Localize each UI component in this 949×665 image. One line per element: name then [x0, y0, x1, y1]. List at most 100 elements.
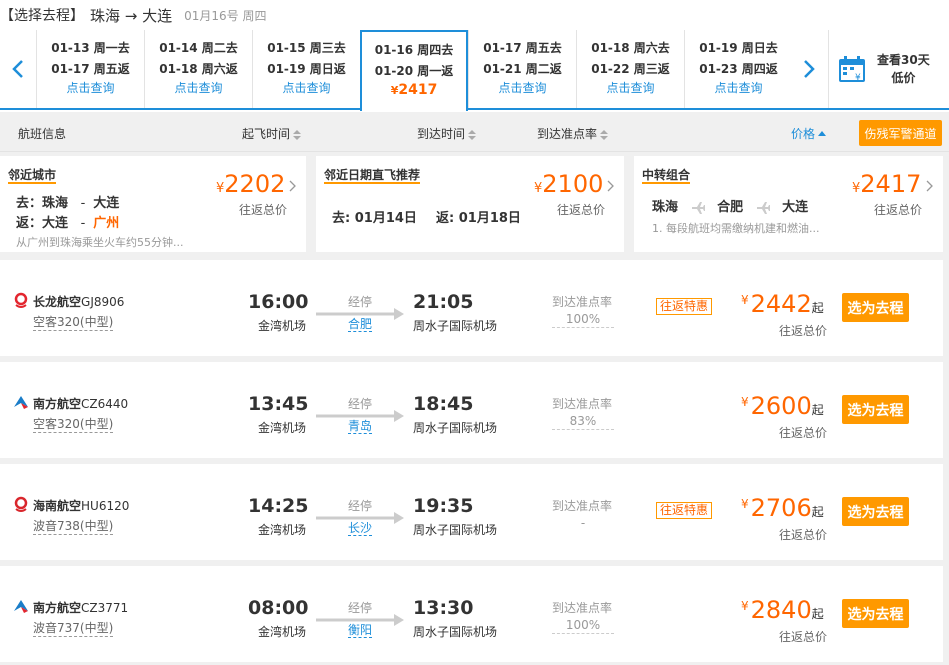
chevron-left-icon	[12, 60, 23, 78]
chevron-right-icon	[926, 180, 933, 192]
low-price-calendar-button[interactable]: ¥ 查看30天 低价	[828, 30, 949, 108]
aircraft-type[interactable]: 波音737(中型)	[33, 621, 114, 637]
dep-airport: 金湾机场	[258, 319, 307, 333]
aircraft-type[interactable]: 空客320(中型)	[33, 315, 114, 331]
stop-city-link[interactable]: 长沙	[348, 521, 373, 536]
dep-time: 16:00	[248, 291, 309, 313]
date-query-link[interactable]: 点击查询	[685, 80, 792, 97]
rec-back-date: 返: 01月18日	[436, 211, 521, 226]
airline-name: 南方航空CZ6440	[33, 397, 129, 411]
rec-price-sub: 往返总价	[557, 203, 606, 217]
price-sub: 往返总价	[779, 324, 828, 338]
date-cell[interactable]: 01-19 周日去 01-23 周四返 点击查询	[684, 30, 792, 108]
rec-price-sub: 往返总价	[874, 203, 923, 217]
chevron-right-icon	[804, 60, 815, 78]
sort-price[interactable]: 价格	[791, 125, 827, 142]
select-outbound-button[interactable]: 选为去程	[842, 395, 909, 424]
dep-time: 13:45	[248, 393, 309, 415]
rec-back-line: 返：大连 - 广州	[16, 216, 120, 231]
plane-icon	[691, 201, 705, 214]
rec-transfer-route: 珠海 合肥 大连	[652, 200, 809, 215]
on-time-label: 到达准点率	[552, 601, 613, 615]
flight-price: ¥2706起	[741, 494, 824, 522]
airline-name: 海南航空HU6120	[33, 499, 130, 513]
on-time-rate: -	[580, 516, 586, 530]
date-query-link[interactable]: 点击查询	[469, 80, 576, 97]
date-strip: 01-13 周一去 01-17 周五返 点击查询 01-14 周二去 01-18 周六返…	[0, 30, 949, 111]
date-out: 01-13 周一去	[51, 41, 130, 55]
rec-transfer[interactable]: 中转组合 ¥2417 往返总价 珠海 合肥 大连 1. 每段航班均需缴纳机建和燃…	[634, 156, 943, 252]
date-out: 01-19 周日去	[699, 41, 778, 55]
date-query-link[interactable]: 点击查询	[145, 80, 252, 97]
sort-icon	[293, 129, 302, 140]
round-trip-deal-badge: 往返特惠	[656, 298, 713, 315]
flight-price: ¥2840起	[741, 596, 824, 624]
prev-dates-button[interactable]	[0, 30, 36, 108]
on-time-rate: 100%	[552, 311, 614, 328]
stop-city-link[interactable]: 青岛	[348, 419, 373, 434]
arr-airport: 周水子国际机场	[413, 319, 498, 333]
aircraft-type[interactable]: 空客320(中型)	[33, 417, 114, 433]
round-trip-deal-badge: 往返特惠	[656, 502, 713, 519]
on-time-label: 到达准点率	[552, 295, 613, 309]
date-out: 01-14 周二去	[159, 41, 238, 55]
rec-nearby-date[interactable]: 邻近日期直飞推荐 ¥2100 往返总价 去: 01月14日 返: 01月18日	[316, 156, 624, 252]
chevron-right-icon	[607, 180, 614, 192]
rec-price: ¥2202	[216, 170, 286, 198]
sort-on-time[interactable]: 到达准点率	[537, 125, 609, 142]
select-outbound-button[interactable]: 选为去程	[842, 497, 909, 526]
date-back: 01-23 周四返	[699, 62, 778, 76]
date-cell[interactable]: 01-16 周四去 01-20 周一返 ¥2417	[360, 30, 468, 111]
date-cell[interactable]: 01-14 周二去 01-18 周六返 点击查询	[144, 30, 252, 108]
dep-airport: 金湾机场	[258, 421, 307, 435]
date-out: 01-18 周六去	[591, 41, 670, 55]
rec-price-sub: 往返总价	[239, 203, 288, 217]
date-cell[interactable]: 01-18 周六去 01-22 周三返 点击查询	[576, 30, 684, 108]
aircraft-type[interactable]: 波音738(中型)	[33, 519, 114, 535]
column-header: 航班信息 起飞时间 到达时间 到达准点率 价格 伤残军警通道	[0, 112, 949, 152]
select-outbound-button[interactable]: 选为去程	[842, 599, 909, 628]
date-price: ¥2417	[390, 82, 438, 98]
flight-row: 海南航空HU6120 波音738(中型) 14:25 金湾机场 经停 长沙 19:35 周水子…	[0, 464, 943, 560]
sort-asc-icon	[818, 130, 827, 136]
date-query-link[interactable]: 点击查询	[37, 80, 144, 97]
rec-nearby-city[interactable]: 邻近城市 ¥2202 往返总价 去：珠海 - 大连 返：大连 - 广州 从广州到珠海…	[0, 156, 306, 252]
airline-logo-icon	[14, 600, 28, 613]
route-title: 珠海 → 大连	[90, 6, 173, 25]
rec-title: 中转组合	[642, 168, 691, 184]
airline-name: 长龙航空GJ8906	[33, 295, 125, 309]
date-back: 01-17 周五返	[51, 62, 130, 76]
dep-time: 14:25	[248, 495, 309, 517]
airline-logo-icon	[14, 292, 28, 308]
sort-dep-time[interactable]: 起飞时间	[242, 125, 302, 142]
col-flight-info: 航班信息	[18, 127, 67, 141]
route-date: 01月16号 周四	[184, 8, 267, 23]
sort-arr-time[interactable]: 到达时间	[417, 125, 477, 142]
date-cell[interactable]: 01-15 周三去 01-19 周日返 点击查询	[252, 30, 360, 108]
calendar-label-line1: 查看30天	[877, 53, 930, 67]
military-channel-button[interactable]: 伤残军警通道	[859, 120, 942, 146]
on-time-rate: 100%	[552, 617, 614, 634]
date-out: 01-17 周五去	[483, 41, 562, 55]
svg-text:¥: ¥	[855, 73, 861, 83]
date-out: 01-16 周四去	[374, 43, 454, 57]
stop-city-link[interactable]: 衡阳	[348, 623, 373, 638]
flight-row: 南方航空CZ6440 空客320(中型) 13:45 金湾机场 经停 青岛 18:45 周水子…	[0, 362, 943, 458]
date-back: 01-21 周二返	[483, 62, 562, 76]
date-cell[interactable]: 01-17 周五去 01-21 周二返 点击查询	[468, 30, 576, 108]
dep-airport: 金湾机场	[258, 523, 307, 537]
date-query-link[interactable]: 点击查询	[577, 80, 684, 97]
date-cell[interactable]: 01-13 周一去 01-17 周五返 点击查询	[36, 30, 144, 108]
flight-list: 长龙航空GJ8906 空客320(中型) 16:00 金湾机场 经停 合肥 21:05 周水子…	[0, 256, 949, 665]
airline-name: 南方航空CZ3771	[33, 601, 129, 615]
next-dates-button[interactable]	[791, 30, 827, 108]
sort-icon	[600, 129, 609, 140]
stop-city-link[interactable]: 合肥	[348, 317, 373, 332]
price-sub: 往返总价	[779, 426, 828, 440]
date-query-link[interactable]: 点击查询	[253, 80, 360, 97]
select-outbound-button[interactable]: 选为去程	[842, 293, 909, 322]
flight-row: 南方航空CZ3771 波音737(中型) 08:00 金湾机场 经停 衡阳 13:30 周水子…	[0, 566, 943, 662]
rec-price: ¥2100	[534, 170, 604, 198]
price-sub: 往返总价	[779, 630, 828, 644]
rec-title: 邻近日期直飞推荐	[324, 168, 421, 184]
